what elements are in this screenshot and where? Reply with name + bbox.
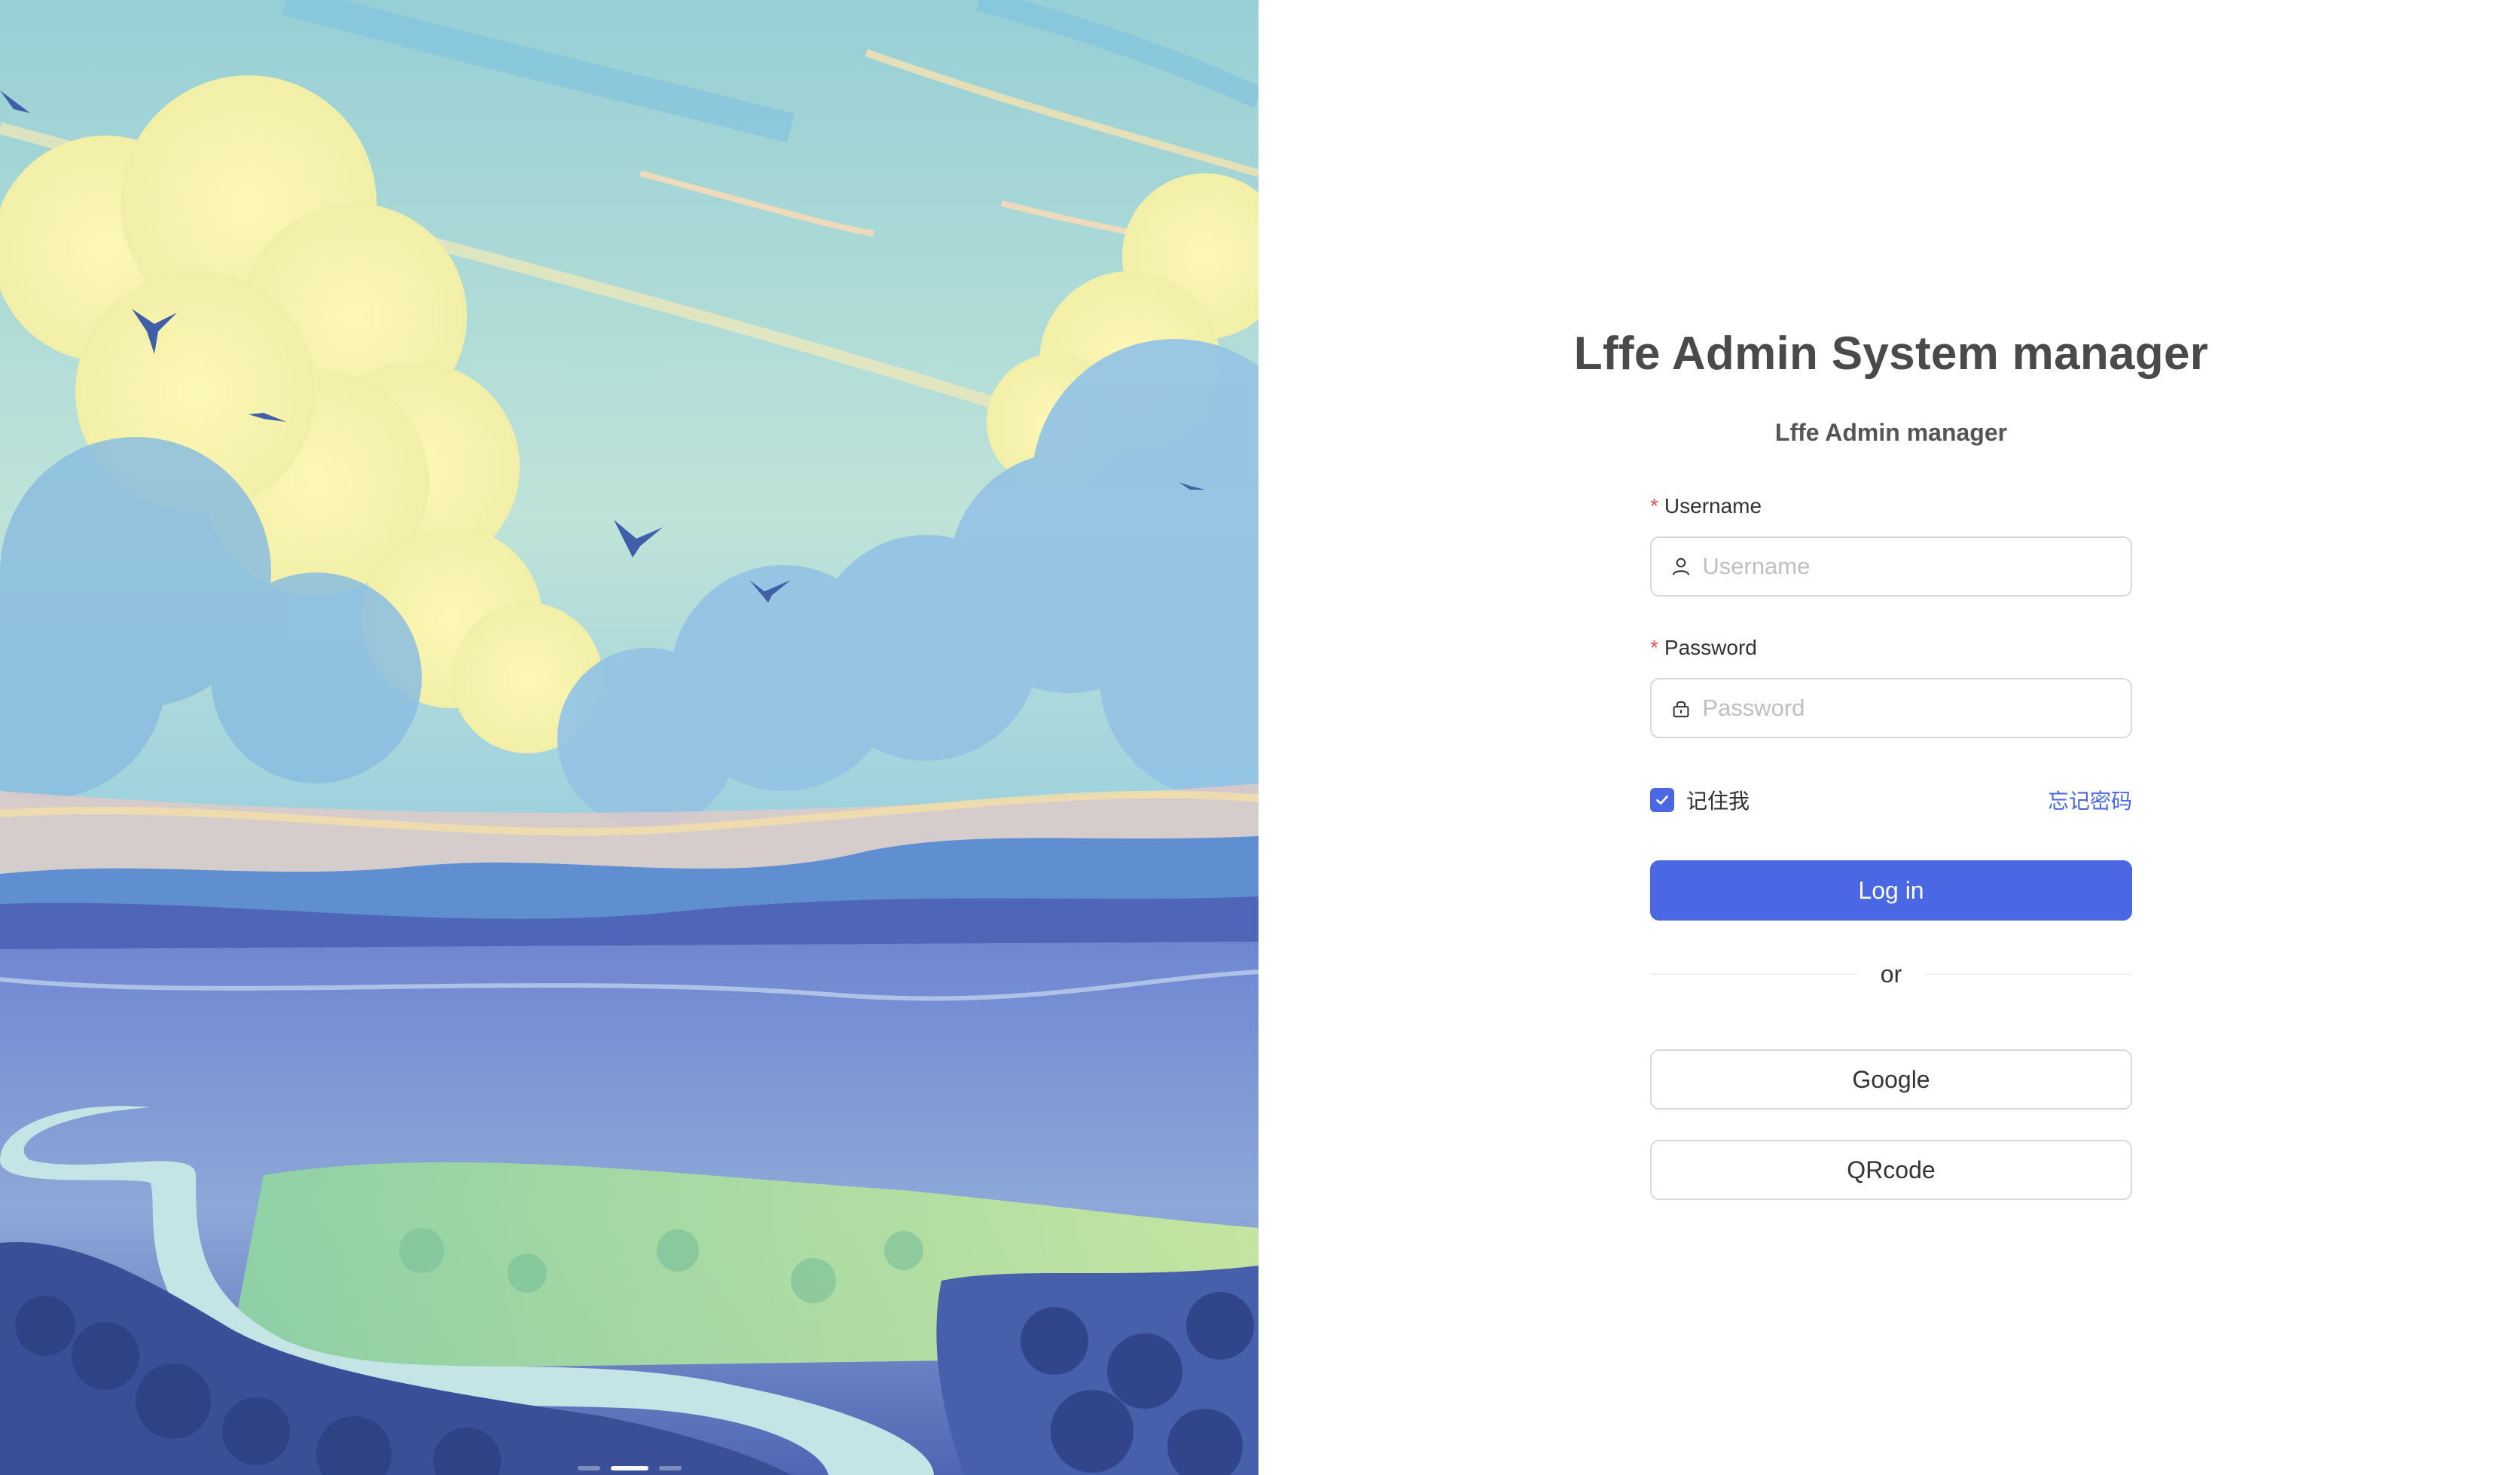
divider-line (1926, 973, 2133, 975)
required-mark: * (1650, 494, 1658, 518)
landscape-illustration (0, 0, 1258, 1475)
remember-me-label: 记住我 (1686, 789, 1750, 813)
username-label: * Username (1650, 494, 1762, 518)
or-divider: or (1650, 955, 2133, 993)
carousel-indicators (0, 1466, 1258, 1470)
qrcode-login-button[interactable]: QRcode (1650, 1140, 2132, 1200)
page-title: Lffe Admin System manager (1573, 328, 2209, 380)
carousel-dot[interactable] (658, 1466, 682, 1470)
username-input[interactable] (1701, 552, 2114, 581)
login-button[interactable]: Log in (1650, 860, 2132, 921)
username-field[interactable] (1650, 536, 2132, 597)
login-panel: Lffe Admin System manager Lffe Admin man… (1258, 0, 2520, 1475)
login-page: Lffe Admin System manager Lffe Admin man… (0, 0, 2520, 1475)
landscape-artwork (0, 0, 1258, 1475)
forgot-password-link[interactable]: 忘记密码 (2048, 785, 2132, 815)
carousel-dot-active[interactable] (610, 1466, 648, 1470)
username-label-text: Username (1664, 494, 1762, 518)
required-mark: * (1650, 636, 1658, 659)
carousel-dot[interactable] (577, 1466, 600, 1470)
user-icon (1668, 554, 1693, 579)
remember-row: 记住我 忘记密码 (1650, 785, 2132, 815)
password-label: * Password (1650, 636, 1757, 660)
divider-text: or (1880, 960, 1902, 988)
password-field[interactable] (1650, 678, 2132, 738)
divider-line (1650, 973, 1856, 975)
password-input[interactable] (1701, 694, 2114, 722)
page-subtitle: Lffe Admin manager (1774, 419, 2008, 446)
check-icon (1656, 796, 1668, 805)
google-login-button[interactable]: Google (1650, 1049, 2132, 1110)
remember-me[interactable]: 记住我 (1650, 785, 1750, 815)
password-label-text: Password (1664, 636, 1757, 659)
lock-icon (1668, 695, 1693, 721)
remember-me-checkbox[interactable] (1650, 788, 1674, 812)
